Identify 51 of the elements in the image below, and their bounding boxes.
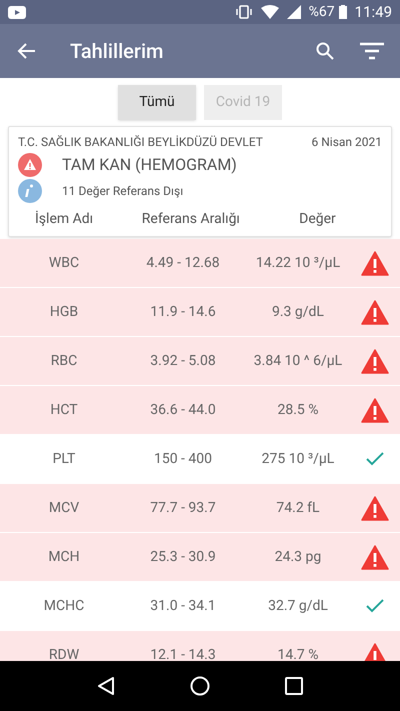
test-code: WBC	[48, 254, 80, 272]
date-text: 6 Nisan 2021	[312, 134, 382, 151]
column-header: İşlem Adı	[34, 210, 94, 229]
result-value: 14.22 10 ³/µL	[254, 254, 342, 272]
test-code: RBC	[50, 352, 78, 370]
test-code: MCV	[48, 498, 80, 518]
reference-range: 25.3 - 30.9	[149, 548, 217, 566]
filter-icon[interactable]	[360, 42, 384, 60]
vibrate-icon	[234, 5, 253, 19]
filter-tab[interactable]: Tümü	[118, 84, 196, 120]
result-value: 3.84 10 ^ 6/µL	[252, 352, 344, 370]
result-value: 275 10 ³/µL	[260, 450, 336, 468]
signal-icon	[286, 5, 301, 19]
reference-range: 3.92 - 5.08	[149, 352, 217, 370]
institution-text: T.C. SAĞLIK BAKANLIĞI BEYLİKDÜZÜ DEVLET	[18, 134, 263, 151]
reference-range: 11.9 - 14.6	[149, 302, 217, 322]
recents-nav-icon[interactable]	[284, 677, 303, 695]
result-value: 32.7 g/dL	[267, 596, 329, 616]
battery-text: %67	[308, 2, 335, 22]
reference-range: 31.0 - 34.1	[149, 596, 217, 616]
result-value: 74.2 fL	[275, 498, 321, 518]
result-value: 24.3 pg	[274, 548, 322, 566]
test-code: PLT	[52, 450, 76, 468]
result-value: 28.5 %	[276, 400, 320, 420]
reference-range: 77.7 - 93.7	[149, 498, 217, 518]
test-code: MCH	[47, 548, 81, 566]
info-icon	[18, 179, 42, 203]
test-name: TAM KAN (HEMOGRAM)	[62, 154, 237, 176]
home-nav-icon[interactable]	[190, 676, 210, 696]
test-code: HGB	[48, 302, 80, 322]
search-icon[interactable]	[316, 42, 334, 60]
test-code: RDW	[48, 646, 80, 661]
screen-title: Tahlillerim	[70, 38, 164, 65]
reference-range: 12.1 - 14.3	[149, 646, 217, 661]
wifi-icon	[260, 5, 279, 19]
test-code: MCHC	[42, 596, 86, 616]
column-header: Referans Aralığı	[140, 210, 241, 229]
battery-icon	[338, 5, 347, 19]
warning-icon	[18, 153, 42, 177]
summary-text: 11 Değer Referans Dışı	[62, 183, 184, 200]
back-nav-icon[interactable]	[97, 676, 116, 696]
reference-range: 36.6 - 44.0	[149, 400, 217, 420]
result-value: 14.7 %	[276, 646, 320, 661]
reference-range: 4.49 - 12.68	[145, 254, 221, 272]
result-value: 9.3 g/dL	[271, 302, 325, 322]
back-arrow-icon[interactable]	[16, 42, 36, 60]
test-code: HCT	[49, 400, 79, 420]
column-header: Değer	[298, 210, 337, 229]
video-app-icon	[8, 6, 26, 18]
clock-text: 11:49	[354, 2, 392, 23]
reference-range: 150 - 400	[152, 450, 214, 468]
